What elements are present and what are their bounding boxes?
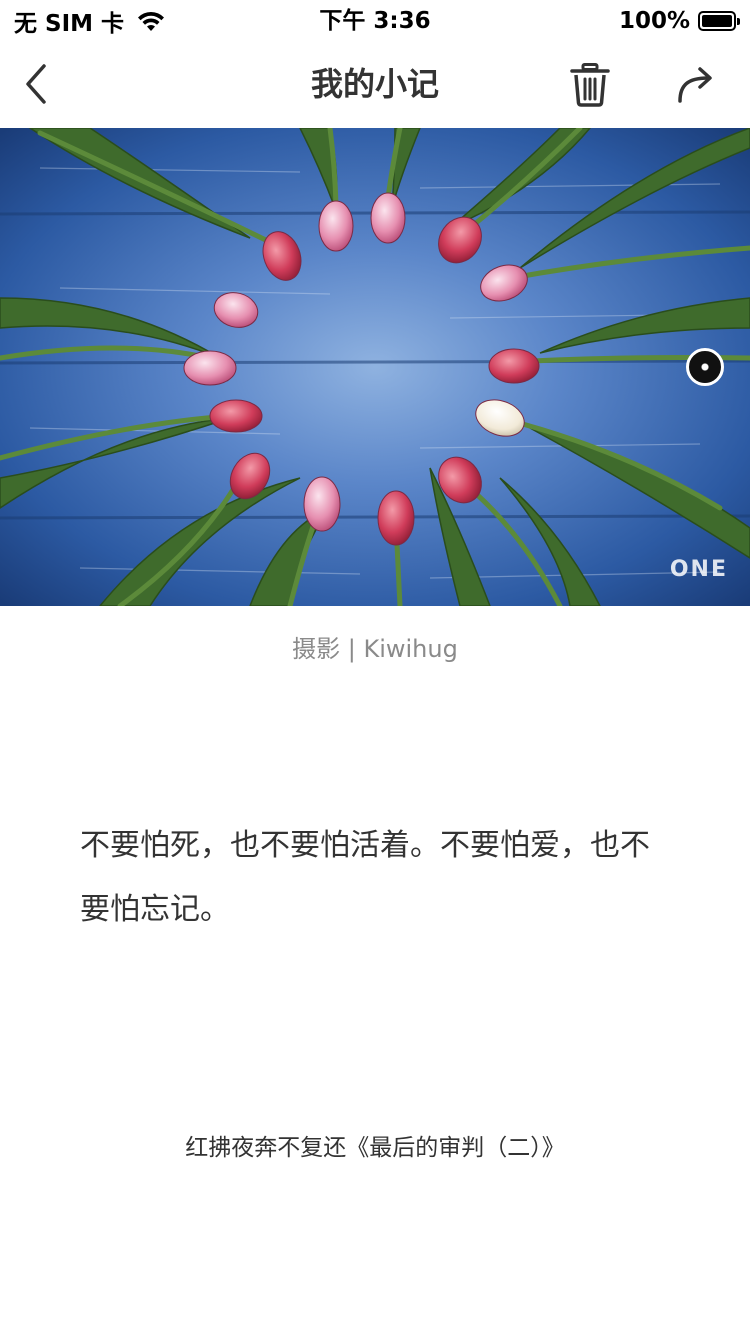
note-source: 红拂夜奔不复还《最后的审判（二）》: [185, 1135, 565, 1161]
page-title: 我的小记: [310, 65, 439, 103]
status-bar: 无 SIM 卡 下午 3:36 100%: [0, 0, 750, 40]
trash-icon: [570, 63, 610, 107]
photo-credit: 摄影 | Kiwihug: [292, 635, 458, 663]
delete-button[interactable]: [564, 60, 616, 110]
camera-lens-icon: [686, 348, 724, 386]
share-arrow-icon: [678, 67, 712, 103]
battery-percent: 100%: [618, 8, 690, 34]
note-photo[interactable]: ONE: [0, 128, 750, 606]
status-right: 100%: [618, 6, 740, 36]
note-detail-screen: 无 SIM 卡 下午 3:36 100% 我的小记 ONE 摄影 | Kiwih…: [0, 0, 750, 1334]
note-content: 不要怕死，也不要怕活着。不要怕爱，也不要怕忘记。: [80, 828, 650, 927]
tulip-photo-illustration: [0, 128, 750, 606]
share-button[interactable]: [672, 62, 720, 108]
nav-bar: 我的小记: [0, 40, 750, 128]
one-watermark: ONE: [669, 557, 728, 582]
battery-icon: [698, 11, 740, 31]
